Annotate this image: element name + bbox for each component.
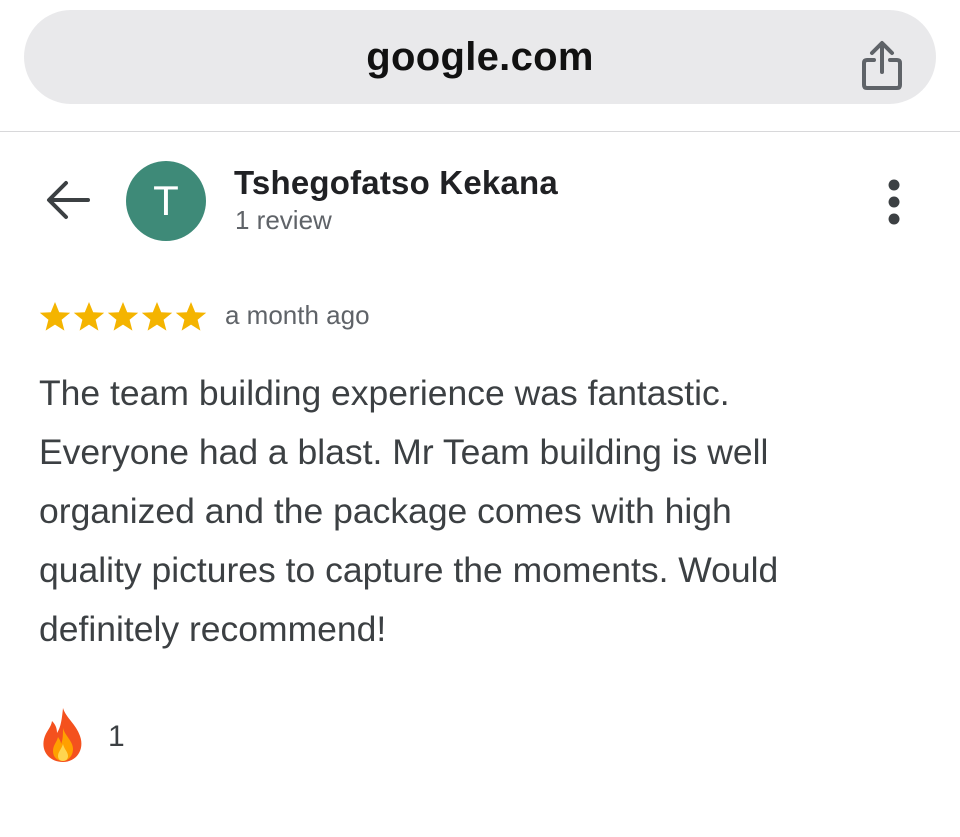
more-options-button[interactable] bbox=[880, 178, 908, 226]
address-bar[interactable]: google.com bbox=[24, 10, 936, 104]
star-icon bbox=[141, 302, 173, 331]
reaction-count: 1 bbox=[108, 720, 125, 753]
reviewer-name[interactable]: Tshegofatso Kekana bbox=[234, 164, 558, 202]
fire-icon bbox=[43, 708, 82, 762]
url-text[interactable]: google.com bbox=[24, 10, 936, 104]
avatar[interactable]: T bbox=[126, 161, 206, 241]
review-page: google.com T Tshegofatso Kekana 1 review… bbox=[0, 0, 960, 837]
star-icon bbox=[39, 302, 71, 331]
more-vertical-icon bbox=[888, 179, 900, 225]
back-button[interactable] bbox=[44, 178, 92, 222]
star-icon bbox=[107, 302, 139, 331]
review-text: The team building experience was fantast… bbox=[39, 373, 779, 649]
star-icon bbox=[175, 302, 207, 331]
share-button[interactable] bbox=[858, 40, 906, 92]
review-time: a month ago bbox=[225, 300, 370, 330]
share-icon bbox=[862, 41, 902, 90]
star-icon bbox=[73, 302, 105, 331]
header-divider bbox=[0, 131, 960, 132]
arrow-left-icon bbox=[47, 181, 90, 219]
reviewer-review-count: 1 review bbox=[235, 205, 332, 235]
star-rating bbox=[38, 300, 208, 334]
